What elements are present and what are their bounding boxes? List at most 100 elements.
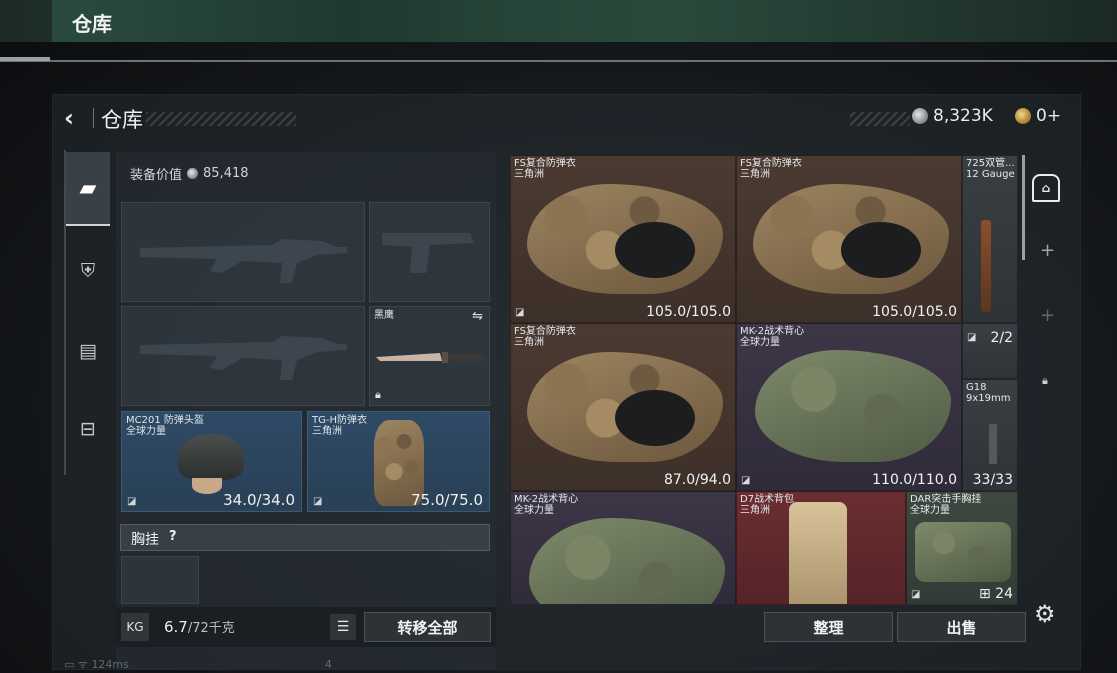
header-separator [93,108,94,128]
item-name: FS复合防弹衣 三角洲 [514,326,576,348]
swap-icon[interactable]: ⇋ [472,309,483,324]
transfer-all-button[interactable]: 转移全部 [364,612,491,642]
inventory-item-dar-rig[interactable]: DAR突击手胸挂 全球力量 ◪ ⊞ 24 [906,491,1018,605]
armor-durability: 75.0/75.0 [411,491,483,509]
inventory-item-mk2-vest-2[interactable]: MK-2战术背心 全球力量 [510,491,736,605]
item-name: 725双管... 12 Gauge [966,158,1015,180]
item-name: G18 9x19mm [966,382,1011,404]
insure-icon: ◪ [911,589,921,600]
gold-coin-icon [1015,108,1031,124]
top-bar-title: 仓库 [72,12,112,36]
silver-amount: 8,323K [933,106,993,126]
divider [0,60,1117,62]
insure-icon: ◪ [967,332,977,343]
inventory-item-d7-backpack[interactable]: D7战术背包 三角洲 [736,491,906,605]
vest-icon: ⛨ [80,260,96,282]
top-bar-active-tab[interactable] [52,0,472,42]
armor-slot[interactable]: TG-H防弹衣 三角洲 ◪ 75.0/75.0 [307,411,490,512]
sell-button[interactable]: 出售 [897,612,1026,642]
rifle-silhouette-icon [140,239,347,283]
divider-accent [0,57,50,61]
rifle-silhouette-icon [140,336,347,380]
vest-icon [529,518,725,604]
add-storage-icon[interactable]: + [1040,305,1055,326]
add-storage-icon[interactable]: + [1040,240,1055,261]
silver-currency: 8,323K [912,106,993,126]
insure-icon: ◪ [127,496,137,507]
inventory-item-count[interactable]: ◪ 2/2 [962,323,1018,379]
weight-max: /72千克 [187,621,235,636]
sort-button[interactable]: 整理 [764,612,893,642]
grid-scrollbar[interactable] [1022,155,1025,260]
chest-rig-slot[interactable] [121,556,199,604]
item-name: FS复合防弹衣 三角洲 [740,158,802,180]
ping: 124ms [91,658,129,671]
armor-inner [615,222,695,278]
gold-currency[interactable]: 0+ [1015,106,1061,126]
tab-weapons[interactable]: ▰ [66,152,110,226]
silver-coin-icon [187,168,199,179]
weight-icon: KG [121,613,149,641]
pistol-silhouette-icon [382,233,474,273]
helmet-durability: 34.0/34.0 [223,491,295,509]
inventory-item-fs-armor-3[interactable]: FS复合防弹衣 三角洲 87.0/94.0 [510,323,736,491]
armor-inner [841,222,921,278]
insure-icon: ◪ [515,307,525,318]
page-title: 仓库 [101,108,143,132]
inventory-item-g18[interactable]: G18 9x19mm 33/33 [962,379,1018,491]
equipment-value: 装备价值 85,418 [130,164,249,183]
pistol-slot[interactable] [369,202,490,302]
backpack-icon: ▤ [79,340,97,362]
inventory-item-fs-armor-2[interactable]: FS复合防弹衣 三角洲 105.0/105.0 [736,155,962,323]
settings-gear-icon[interactable]: ⚙ [1034,600,1056,628]
item-durability: 87.0/94.0 [663,472,731,488]
toolbox-icon: ⊟ [80,418,96,440]
help-icon[interactable]: ? [169,529,177,544]
list-view-icon[interactable]: ☰ [330,614,356,640]
weight-display: 6.7/72千克 [164,617,235,636]
helmet-name: MC201 防弹头盔 全球力量 [126,415,204,437]
melee-slot[interactable]: 黑鹰 ⇋ 🔒︎ [369,306,490,406]
silver-coin-icon [912,108,928,124]
item-count: 2/2 [990,330,1013,346]
chest-rig-label: 胸挂 [131,532,159,548]
warehouse-icon[interactable]: ⌂ [1032,174,1060,202]
item-name: D7战术背包 三角洲 [740,494,795,516]
primary-weapon-slot[interactable] [121,202,365,302]
item-name: FS复合防弹衣 三角洲 [514,158,576,180]
chest-rig-icon [915,522,1011,582]
item-count: ⊞ 24 [978,586,1013,602]
inventory-item-fs-armor-1[interactable]: FS复合防弹衣 三角洲 ◪ 105.0/105.0 [510,155,736,323]
armor-inner [615,390,695,446]
equipment-value-label: 装备价值 [130,168,183,183]
gold-amount: 0+ [1036,106,1062,126]
lock-icon: 🔒︎ [375,388,381,401]
tab-toolbox[interactable]: ⊟ [66,392,110,466]
equipment-value-amount: 85,418 [203,166,249,181]
game-screen: 仓库 ‹ 仓库 8,323K 0+ ▰ ⛨ ▤ ⊟ 装备价值 85,418 黑鹰… [0,0,1117,673]
item-ammo-count: 33/33 [972,472,1013,488]
insure-icon: ◪ [741,475,751,486]
helmet-icon [178,434,244,480]
pistol-icon: ▰ [79,175,97,201]
top-bar [0,0,1117,42]
inventory-item-shotgun[interactable]: 725双管... 12 Gauge [962,155,1018,323]
inventory-item-mk2-vest-1[interactable]: MK-2战术背心 全球力量 ◪ 110.0/110.0 [736,323,962,491]
weight-current: 6.7 [164,618,188,636]
insure-icon: ◪ [313,496,323,507]
tab-backpack[interactable]: ▤ [66,314,110,388]
currency-hatch-decoration [850,112,910,126]
vest-icon [755,350,951,462]
item-durability: 110.0/110.0 [872,472,957,488]
helmet-slot[interactable]: MC201 防弹头盔 全球力量 ◪ 34.0/34.0 [121,411,302,512]
secondary-weapon-slot[interactable] [121,306,365,406]
status-number: 4 [324,658,332,671]
tab-gear[interactable]: ⛨ [66,234,110,308]
backpack-icon [789,502,847,604]
chest-rig-row[interactable]: 胸挂 ? [120,524,490,551]
header-hatch-decoration [146,112,296,126]
back-icon[interactable]: ‹ [64,104,74,132]
status-bar: ▭ ᯤ 124ms 4 [64,658,332,671]
melee-name: 黑鹰 [374,310,394,321]
item-durability: 105.0/105.0 [872,304,957,320]
